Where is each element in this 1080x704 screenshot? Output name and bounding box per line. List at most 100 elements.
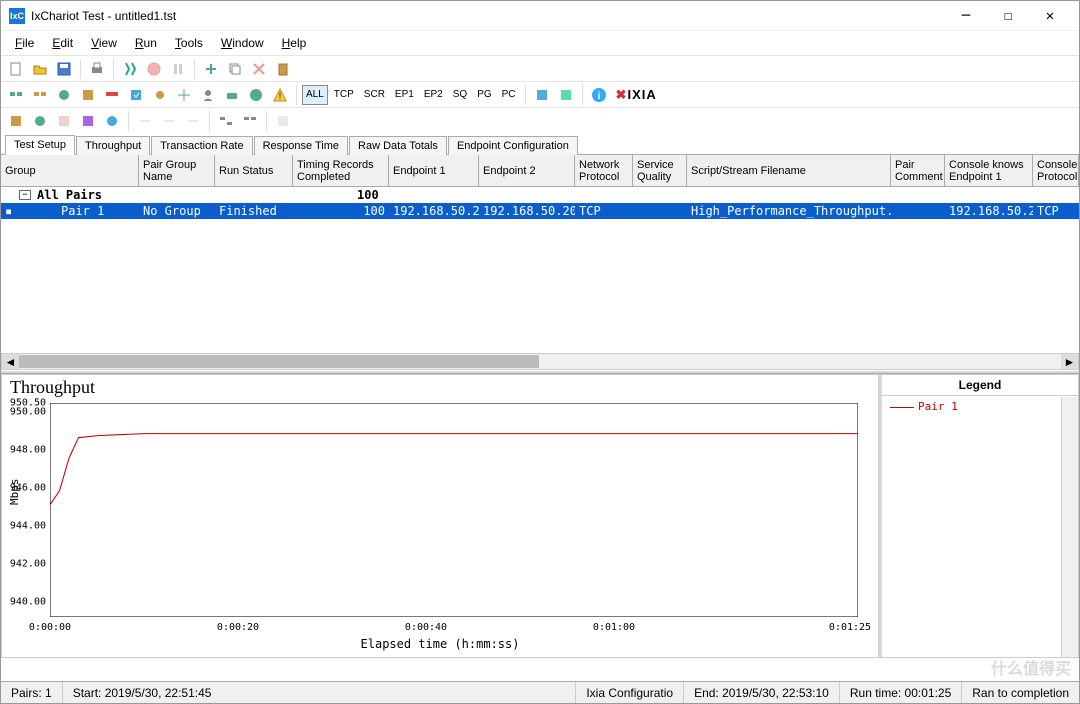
xtick: 0:01:25	[829, 622, 871, 633]
menu-tools[interactable]: Tools	[167, 34, 211, 52]
t3b-icon[interactable]	[29, 110, 51, 132]
t3f-icon[interactable]	[134, 110, 156, 132]
col-comment[interactable]: Pair Comment	[891, 155, 945, 186]
maximize-button[interactable]: ☐	[987, 2, 1029, 30]
new-icon[interactable]	[5, 58, 27, 80]
v-scrollbar[interactable]	[1061, 397, 1078, 657]
import-icon[interactable]	[555, 84, 577, 106]
net5-icon[interactable]	[101, 84, 123, 106]
t3h-icon[interactable]	[182, 110, 204, 132]
col-quality[interactable]: Service Quality	[633, 155, 687, 186]
status-pairs: Pairs: 1	[1, 682, 63, 703]
tab-transaction-rate[interactable]: Transaction Rate	[151, 136, 252, 155]
filter-scr[interactable]: SCR	[360, 85, 389, 105]
close-button[interactable]: ✕	[1029, 2, 1071, 30]
net3-icon[interactable]	[53, 84, 75, 106]
grid-header: Group Pair Group Name Run Status Timing …	[1, 155, 1079, 187]
status-runtime: Run time: 00:01:25	[840, 682, 962, 703]
titlebar: IxC IxChariot Test - untitled1.tst ─ ☐ ✕	[1, 1, 1079, 31]
ytick: 942.00	[2, 559, 46, 570]
legend-item[interactable]: Pair 1	[882, 396, 1078, 417]
minimize-button[interactable]: ─	[945, 2, 987, 30]
net11-icon[interactable]	[245, 84, 267, 106]
paste-icon[interactable]	[272, 58, 294, 80]
col-console-proto[interactable]: Console Protocol	[1033, 155, 1079, 186]
window-title: IxChariot Test - untitled1.tst	[31, 9, 945, 23]
net7-icon[interactable]	[149, 84, 171, 106]
net8-icon[interactable]	[173, 84, 195, 106]
h-scrollbar[interactable]: ◄ ►	[1, 353, 1079, 370]
warn-icon[interactable]: !	[269, 84, 291, 106]
cell-console-ep1: 192.168.50.243	[945, 204, 1033, 218]
menu-edit[interactable]: Edit	[44, 34, 81, 52]
tab-test-setup[interactable]: Test Setup	[5, 135, 75, 155]
net1-icon[interactable]	[5, 84, 27, 106]
net10-icon[interactable]	[221, 84, 243, 106]
menubar: File Edit View Run Tools Window Help	[1, 31, 1079, 55]
col-group[interactable]: Group	[1, 155, 139, 186]
t3k-icon[interactable]	[272, 110, 294, 132]
col-ep1[interactable]: Endpoint 1	[389, 155, 479, 186]
t3e-icon[interactable]	[101, 110, 123, 132]
filter-ep2[interactable]: EP2	[420, 85, 447, 105]
filter-ep1[interactable]: EP1	[391, 85, 418, 105]
col-timing[interactable]: Timing Records Completed	[293, 155, 389, 186]
filter-pc[interactable]: PC	[498, 85, 520, 105]
col-proto[interactable]: Network Protocol	[575, 155, 633, 186]
print-icon[interactable]	[86, 58, 108, 80]
cell-completed: 100	[293, 204, 389, 218]
col-script[interactable]: Script/Stream Filename	[687, 155, 891, 186]
info-icon[interactable]: i	[588, 84, 610, 106]
col-console-ep1[interactable]: Console knows Endpoint 1	[945, 155, 1033, 186]
t3a-icon[interactable]	[5, 110, 27, 132]
pause-icon[interactable]	[167, 58, 189, 80]
menu-view[interactable]: View	[83, 34, 125, 52]
menu-help[interactable]: Help	[274, 34, 315, 52]
scroll-left-icon[interactable]: ◄	[2, 354, 19, 369]
t3j-icon[interactable]	[239, 110, 261, 132]
xtick: 0:00:00	[29, 622, 71, 633]
add-icon[interactable]	[200, 58, 222, 80]
open-icon[interactable]	[29, 58, 51, 80]
save-icon[interactable]	[53, 58, 75, 80]
filter-pg[interactable]: PG	[473, 85, 495, 105]
t3c-icon[interactable]	[53, 110, 75, 132]
filter-tcp[interactable]: TCP	[330, 85, 358, 105]
tab-response-time[interactable]: Response Time	[254, 136, 348, 155]
net6-icon[interactable]	[125, 84, 147, 106]
t3g-icon[interactable]	[158, 110, 180, 132]
group-row[interactable]: − All Pairs 100	[1, 187, 1079, 203]
filter-all[interactable]: ALL	[302, 85, 328, 105]
copy-icon[interactable]	[224, 58, 246, 80]
run-icon[interactable]	[119, 58, 141, 80]
net9-icon[interactable]	[197, 84, 219, 106]
menu-file[interactable]: File	[7, 34, 42, 52]
table-row[interactable]: ▪ Pair 1 No Group Finished 100 192.168.5…	[1, 203, 1079, 219]
export-icon[interactable]	[531, 84, 553, 106]
col-run-status[interactable]: Run Status	[215, 155, 293, 186]
t3d-icon[interactable]	[77, 110, 99, 132]
tab-raw-data[interactable]: Raw Data Totals	[349, 136, 447, 155]
scroll-right-icon[interactable]: ►	[1061, 354, 1078, 369]
ytick: 940.00	[2, 597, 46, 608]
col-ep2[interactable]: Endpoint 2	[479, 155, 575, 186]
net4-icon[interactable]	[77, 84, 99, 106]
tab-endpoint-config[interactable]: Endpoint Configuration	[448, 136, 578, 155]
scroll-thumb[interactable]	[19, 355, 539, 368]
delete-icon[interactable]	[248, 58, 270, 80]
app-icon: IxC	[9, 8, 25, 24]
menu-run[interactable]: Run	[127, 34, 165, 52]
legend: Legend Pair 1	[879, 374, 1079, 658]
group-label: All Pairs	[37, 188, 102, 202]
t3i-icon[interactable]	[215, 110, 237, 132]
cell-pair: Pair 1	[11, 204, 139, 218]
filter-sq[interactable]: SQ	[449, 85, 471, 105]
tab-throughput[interactable]: Throughput	[76, 136, 150, 155]
cell-console-proto: TCP	[1033, 204, 1079, 218]
col-pair-group[interactable]: Pair Group Name	[139, 155, 215, 186]
menu-window[interactable]: Window	[213, 34, 272, 52]
collapse-icon[interactable]: −	[19, 190, 31, 200]
stop-icon[interactable]	[143, 58, 165, 80]
net2-icon[interactable]	[29, 84, 51, 106]
cell-proto: TCP	[575, 204, 633, 218]
